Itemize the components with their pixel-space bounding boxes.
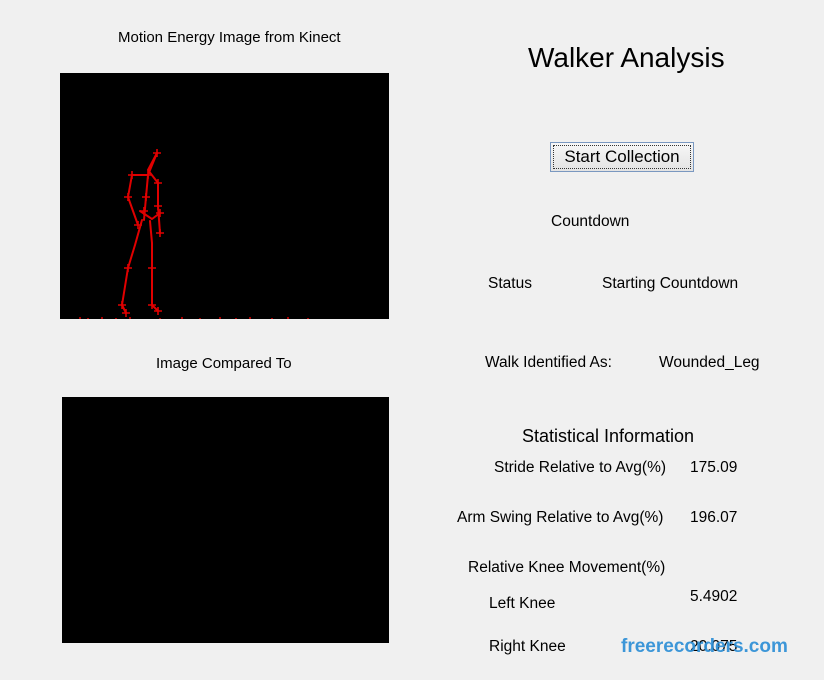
left-knee-label: Left Knee <box>489 595 556 612</box>
kinect-image-panel <box>60 73 389 319</box>
app-title: Walker Analysis <box>528 42 725 73</box>
right-knee-label: Right Knee <box>489 638 566 655</box>
stride-value: 175.09 <box>690 459 738 476</box>
stride-label: Stride Relative to Avg(%) <box>494 459 667 476</box>
arm-swing-value: 196.07 <box>690 509 738 526</box>
knee-movement-heading: Relative Knee Movement(%) <box>468 559 666 576</box>
walker-analysis-window: Motion Energy Image from Kinect Image Co… <box>0 0 824 680</box>
start-collection-button[interactable]: Start Collection <box>550 142 694 172</box>
watermark-text: freerecorders.com <box>621 636 788 657</box>
kinect-image-caption: Motion Energy Image from Kinect <box>118 29 341 46</box>
skeleton-figure <box>79 149 309 319</box>
walk-identified-value: Wounded_Leg <box>659 354 760 371</box>
compare-image-caption: Image Compared To <box>156 355 292 372</box>
compare-image-panel <box>62 397 389 643</box>
status-value: Starting Countdown <box>602 275 739 292</box>
countdown-label: Countdown <box>551 213 630 230</box>
status-label: Status <box>488 275 532 292</box>
statistics-heading: Statistical Information <box>522 426 695 446</box>
left-knee-value: 5.4902 <box>690 588 738 605</box>
walk-identified-label: Walk Identified As: <box>485 354 612 371</box>
arm-swing-label: Arm Swing Relative to Avg(%) <box>457 509 664 526</box>
